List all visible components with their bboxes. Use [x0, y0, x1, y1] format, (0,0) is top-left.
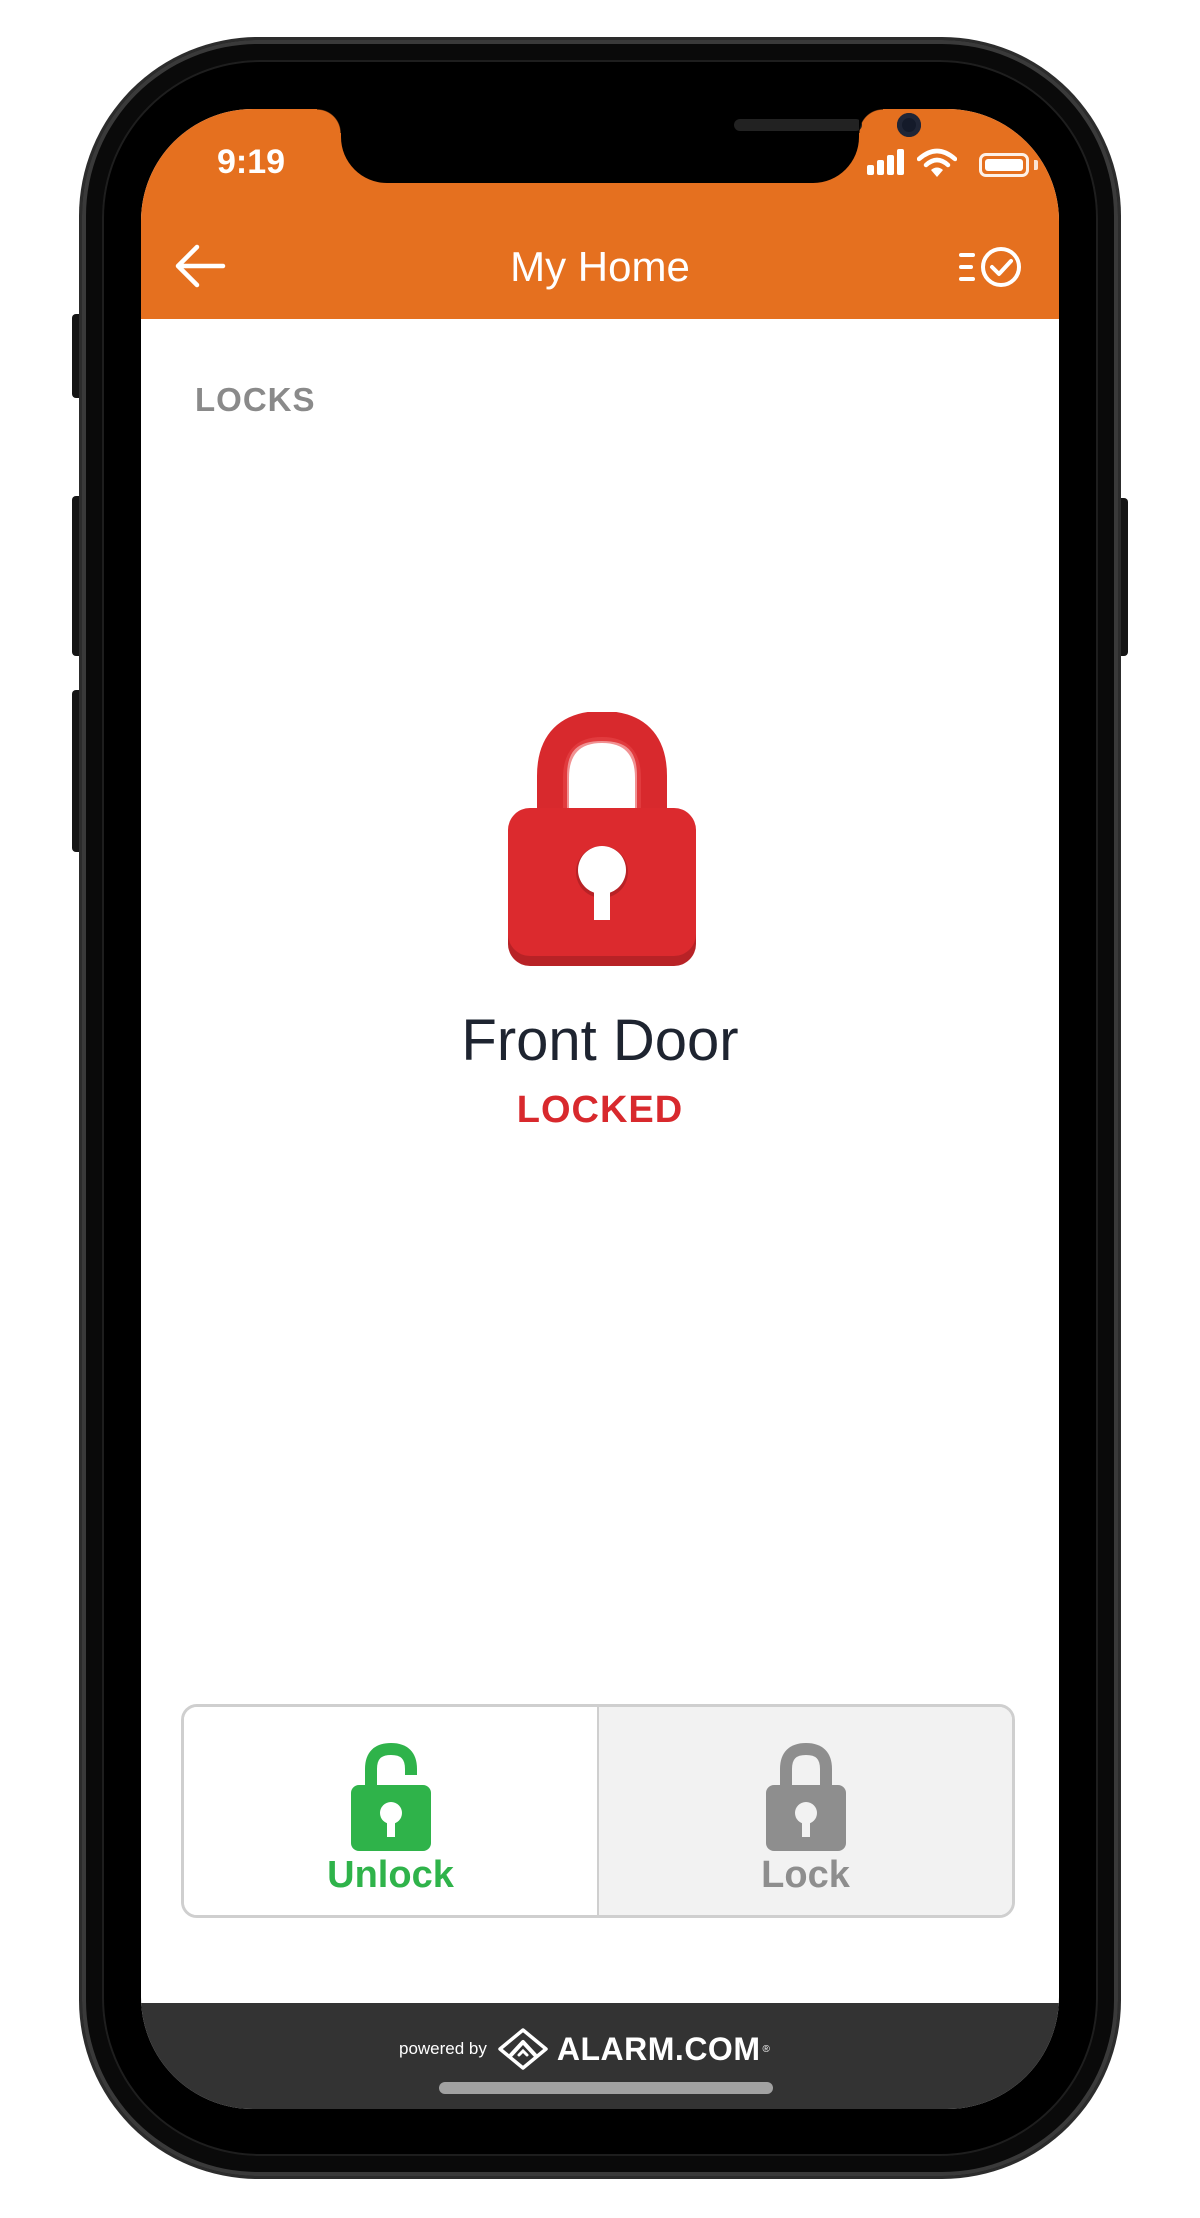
- page-title: My Home: [510, 243, 690, 290]
- unlock-button[interactable]: Unlock: [184, 1707, 599, 1915]
- phone-frame: 9:19 My Home LOCKS Front Door LOCKED Unl…: [0, 0, 1200, 2218]
- brand-lockup: powered by ALARM.COM ®: [399, 2027, 770, 2071]
- lock-status-badge: LOCKED: [516, 1089, 684, 1131]
- list-check-icon: [959, 247, 1021, 287]
- padlock-locked-icon: [508, 712, 696, 966]
- front-camera: [897, 113, 921, 137]
- powered-by-text: powered by: [399, 2039, 487, 2058]
- alarm-logo-icon: [498, 2028, 548, 2070]
- battery-icon: [979, 153, 1029, 177]
- app-screen: 9:19 My Home LOCKS Front Door LOCKED Unl…: [141, 109, 1059, 2109]
- brand-name: ALARM.COM: [556, 2030, 761, 2067]
- status-icons: [829, 143, 1038, 183]
- home-indicator[interactable]: [439, 2082, 773, 2094]
- lock-action-group: Unlock Lock: [181, 1704, 1015, 1918]
- event-history-button[interactable]: [959, 237, 1029, 297]
- device-name: Front Door: [461, 1008, 739, 1073]
- unlock-label: Unlock: [327, 1854, 454, 1896]
- status-time: 9:19: [217, 143, 286, 181]
- lock-label: Lock: [761, 1854, 850, 1896]
- speaker-grille: [734, 119, 862, 131]
- padlock-open-icon: [350, 1742, 431, 1851]
- section-label: LOCKS: [195, 381, 316, 418]
- app-header: 9:19 My Home: [141, 109, 1059, 319]
- lock-button[interactable]: Lock: [599, 1707, 1012, 1915]
- wifi-icon: [917, 148, 957, 177]
- phone-notch: [317, 109, 921, 183]
- padlock-closed-icon: [765, 1742, 846, 1851]
- registered-mark: ®: [762, 2043, 770, 2055]
